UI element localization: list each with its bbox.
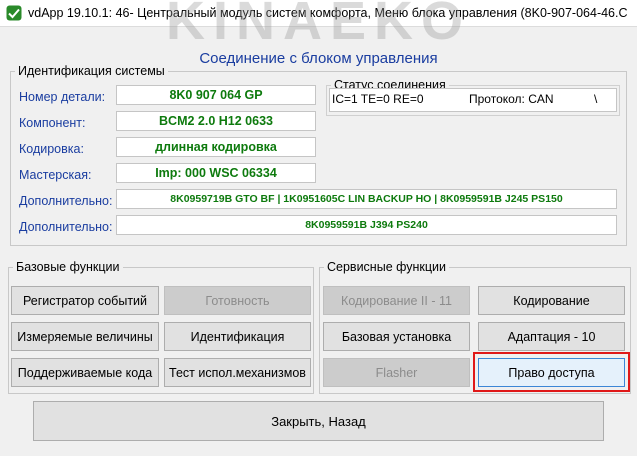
status-protocol: Протокол: CAN — [469, 92, 554, 106]
coding-ii-button[interactable]: Кодирование II - 11 — [323, 286, 470, 315]
identification-legend: Идентификация системы — [18, 64, 165, 78]
extra1-value: 8K0959719B GTO BF | 1K0951605C LIN BACKU… — [116, 189, 617, 209]
workshop-label: Мастерская: — [19, 168, 92, 182]
identification-button[interactable]: Идентификация — [164, 322, 311, 351]
part-number-value: 8K0 907 064 GP — [116, 85, 316, 105]
basic-setting-button[interactable]: Базовая установка — [323, 322, 470, 351]
coding-label: Кодировка: — [19, 142, 84, 156]
event-log-button[interactable]: Регистратор событий — [11, 286, 159, 315]
component-value: BCM2 2.0 H12 0633 — [116, 111, 316, 131]
extra2-label: Дополнительно: — [19, 220, 113, 234]
access-rights-button[interactable]: Право доступа — [478, 358, 625, 387]
coding-button[interactable]: Кодирование — [478, 286, 625, 315]
component-label: Компонент: — [19, 116, 86, 130]
window-titlebar[interactable]: vdApp 19.10.1: 46- Центральный модуль си… — [0, 0, 637, 27]
extra2-value: 8K0959591B J394 PS240 — [116, 215, 617, 235]
measured-values-button[interactable]: Измеряемые величины — [11, 322, 159, 351]
extra1-label: Дополнительно: — [19, 194, 113, 208]
window-title: vdApp 19.10.1: 46- Центральный модуль си… — [28, 6, 628, 20]
app-icon — [6, 5, 22, 21]
status-activity-indicator: \ — [594, 92, 598, 106]
adaptation-button[interactable]: Адаптация - 10 — [478, 322, 625, 351]
part-number-label: Номер детали: — [19, 90, 106, 104]
workshop-value: Imp: 000 WSC 06334 — [116, 163, 316, 183]
close-back-button[interactable]: Закрыть, Назад — [33, 401, 604, 441]
status-counters: IC=1 TE=0 RE=0 — [332, 92, 424, 106]
basic-functions-legend: Базовые функции — [16, 260, 120, 274]
coding-value: длинная кодировка — [116, 137, 316, 157]
actuator-test-button[interactable]: Тест испол.механизмов — [164, 358, 311, 387]
flasher-button[interactable]: Flasher — [323, 358, 470, 387]
connection-status-box: IC=1 TE=0 RE=0 Протокол: CAN \ — [329, 88, 617, 112]
service-functions-legend: Сервисные функции — [327, 260, 447, 274]
supported-codes-button[interactable]: Поддерживаемые кода — [11, 358, 159, 387]
readiness-button[interactable]: Готовность — [164, 286, 311, 315]
